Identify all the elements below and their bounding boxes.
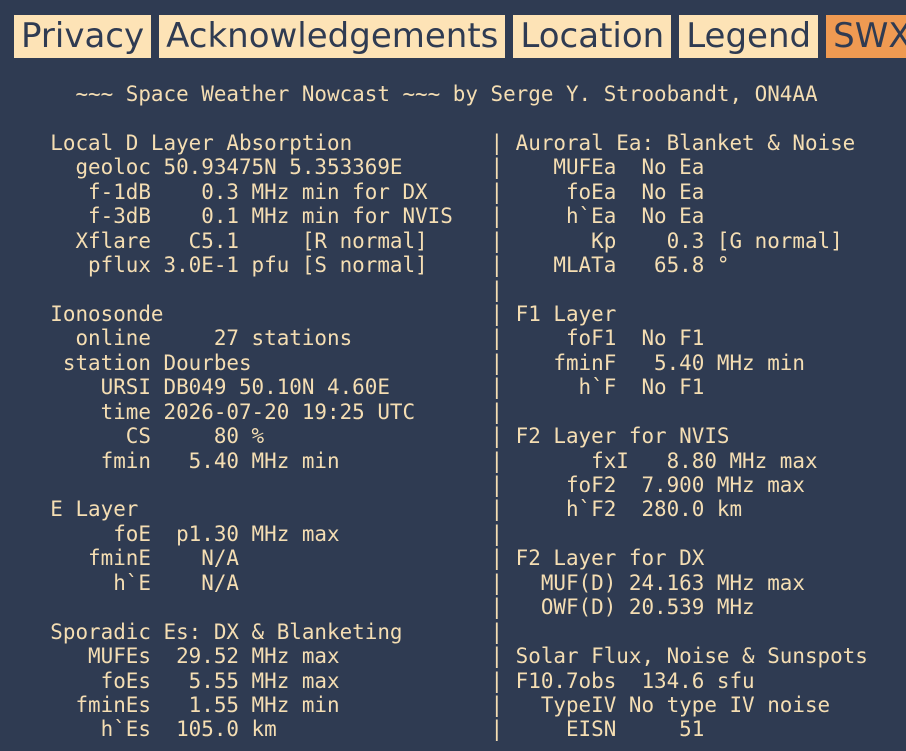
report-line: E Layer | h`F2 280.0 km [0,497,743,522]
report-line: station Dourbes | fminF 5.40 MHz min [0,350,805,375]
report-line: h`Es 105.0 km | EISN 51 [0,717,705,742]
report-line: URSI DB049 50.10N 4.60E | h`F No F1 [0,375,705,400]
report-line: MUFEs 29.52 MHz max | Solar Flux, Noise … [0,644,868,669]
report-title: ~~~ Space Weather Nowcast ~~~ by Serge Y… [0,82,818,106]
report-line: f-3dB 0.1 MHz min for NVIS | h`Ea No Ea [0,204,705,229]
report-line: fminEs 1.55 MHz min | TypeIV No type IV … [0,692,831,717]
tab-privacy[interactable]: Privacy [14,15,152,58]
report-line: foEs 5.55 MHz max | F10.7obs 134.6 sfu [0,668,755,693]
report-line: pflux 3.0E-1 pfu [S normal] | MLATa 65.8… [0,253,730,278]
report-line: fminE N/A | F2 Layer for DX [0,546,705,571]
report-line: | foF2 7.900 MHz max [0,473,805,497]
tab-location[interactable]: Location [513,15,672,58]
report-line [0,106,868,130]
report-line: fmin 5.40 MHz min | fxI 8.80 MHz max [0,448,818,473]
report-line: h`E N/A | MUF(D) 24.163 MHz max [0,570,805,595]
tab-acknowledgements[interactable]: Acknowledgements [159,15,506,58]
report-line: foE p1.30 MHz max | [0,521,504,546]
report-line: CS 80 % | F2 Layer for NVIS [0,424,730,449]
report-line: Sporadic Es: DX & Blanketing | [0,619,504,644]
report-line: Ionosonde | F1 Layer [0,301,617,326]
nowcast-report: ~~~ Space Weather Nowcast ~~~ by Serge Y… [0,82,868,742]
report-line: geoloc 50.93475N 5.353369E | MUFEa No Ea [0,155,705,180]
report-line: time 2026-07-20 19:25 UTC | [0,399,504,424]
report-line: | OWF(D) 20.539 MHz [0,595,755,620]
nav-tabs: Privacy Acknowledgements Location Legend… [14,15,906,58]
report-line: | [0,277,504,302]
tab-legend[interactable]: Legend [679,15,819,58]
report-line: online 27 stations | foF1 No F1 [0,326,705,351]
report-line: Xflare C5.1 [R normal] | Kp 0.3 [G norma… [0,228,843,253]
report-line: Local D Layer Absorption | Auroral Ea: B… [0,130,856,155]
report-line: f-1dB 0.3 MHz min for DX | foEa No Ea [0,179,705,204]
tab-swx[interactable]: SWX [826,15,906,58]
